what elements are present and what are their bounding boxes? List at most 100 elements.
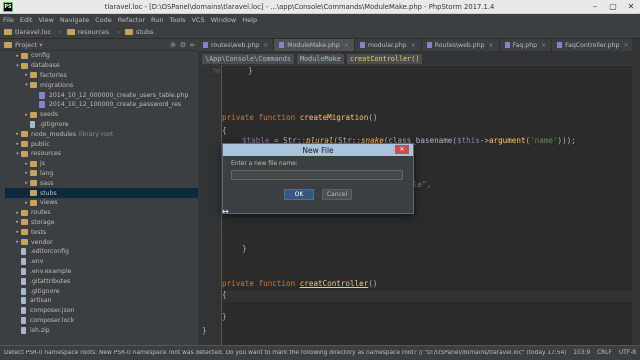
maximize-button[interactable]: ▢ (604, 0, 622, 14)
menu-code[interactable]: Code (95, 16, 112, 24)
folder-icon (21, 150, 28, 157)
folder-icon (21, 141, 28, 148)
chevron-right-icon[interactable]: ▸ (23, 200, 30, 206)
file-name-input[interactable] (231, 170, 403, 180)
tree-item[interactable]: ▾ database (5, 61, 198, 71)
minimize-button[interactable]: – (586, 0, 604, 14)
tree-item[interactable]: ▸ routes (5, 208, 198, 218)
nav-crumb-project[interactable]: tlaravel.loc (4, 28, 51, 36)
breadcrumb-method[interactable]: creatController() (346, 53, 423, 64)
tree-item-label: 2014_10_12_000000_create_users_table.php (49, 91, 189, 99)
menu-file[interactable]: File (3, 16, 14, 24)
close-tab-icon[interactable]: × (263, 42, 268, 49)
close-tab-icon[interactable]: × (344, 42, 349, 49)
tree-item-label: artisan (30, 297, 52, 305)
menu-window[interactable]: Window (211, 16, 237, 24)
tree-item[interactable]: ▸ factories (5, 71, 198, 81)
line-separator[interactable]: CRLF (597, 350, 612, 356)
dialog-close-button[interactable]: ✕ (395, 145, 409, 154)
hide-icon[interactable]: ⇤ (188, 41, 198, 49)
editor-tab[interactable]: modular.php × (355, 39, 422, 51)
project-tools: ⊕ ⚙ ⇤ (168, 41, 198, 49)
menu-edit[interactable]: Edit (20, 16, 33, 24)
file-encoding[interactable]: UTF-8 (619, 350, 636, 356)
menu-refactor[interactable]: Refactor (118, 16, 145, 24)
tree-item[interactable]: ▸ vendor (5, 237, 198, 247)
breadcrumb-namespace[interactable]: \App\Console\Commands (202, 53, 294, 64)
nav-crumb-stubs[interactable]: stubs (124, 28, 153, 36)
menu-view[interactable]: View (38, 16, 53, 24)
tree-item[interactable]: ▸ node_modules library root (5, 129, 198, 139)
chevron-right-icon[interactable]: ▸ (23, 112, 30, 118)
tree-item[interactable]: .gitattributes (5, 276, 198, 286)
tree-item[interactable]: ▸ sass (5, 178, 198, 188)
tree-item[interactable]: ▸ config (5, 51, 198, 61)
close-tab-icon[interactable]: × (541, 42, 546, 49)
tree-item[interactable]: ▸ js (5, 159, 198, 169)
chevron-down-icon[interactable]: ▾ (14, 151, 21, 157)
close-tab-icon[interactable]: × (623, 42, 628, 49)
tree-item[interactable]: ▾ migrations (5, 80, 198, 90)
chevron-right-icon[interactable]: ▸ (14, 53, 21, 59)
editor-tab[interactable]: Routes\web.php × (422, 39, 500, 51)
chevron-right-icon[interactable]: ▸ (14, 141, 21, 147)
settings-icon[interactable]: ⚙ (178, 41, 188, 49)
editor-tab[interactable]: routes\web.php × (198, 39, 275, 51)
sync-icon[interactable]: ⊕ (168, 41, 178, 49)
cancel-button[interactable]: Cancel (322, 189, 352, 200)
editor-tab[interactable]: Faq.php × (500, 39, 553, 51)
dropdown-arrow-icon[interactable]: ▾ (39, 41, 42, 49)
chevron-right-icon[interactable]: ▸ (23, 161, 30, 167)
menu-tools[interactable]: Tools (169, 16, 185, 24)
close-tab-icon[interactable]: × (411, 42, 416, 49)
ok-button[interactable]: OK (284, 189, 314, 200)
tree-item-label: lang (40, 169, 54, 177)
tree-item[interactable]: .env.example (5, 267, 198, 277)
editor-tab[interactable]: ModuleMake.php × (274, 39, 355, 51)
menu-run[interactable]: Run (151, 16, 163, 24)
tree-item[interactable]: ▸ seeds (5, 110, 198, 120)
tree-item[interactable]: ▸ public (5, 139, 198, 149)
tree-item[interactable]: ▸ tests (5, 227, 198, 237)
chevron-down-icon[interactable]: ▾ (23, 82, 30, 88)
nav-crumb-resources[interactable]: resources (66, 28, 109, 36)
editor-tab[interactable]: FaqController.php × (552, 39, 635, 51)
chevron-right-icon[interactable]: ▸ (23, 72, 30, 78)
tree-item[interactable]: 2014_10_12_100000_create_password_res (5, 100, 198, 110)
chevron-right-icon[interactable]: ▸ (14, 229, 21, 235)
close-window-button[interactable]: ✕ (622, 0, 640, 14)
tree-item[interactable]: ▸ lang (5, 169, 198, 179)
tree-item[interactable]: ▾ resources (5, 149, 198, 159)
tree-item[interactable]: composer.json (5, 306, 198, 316)
project-panel-title[interactable]: Project (15, 41, 37, 49)
chevron-right-icon[interactable]: ▸ (14, 219, 21, 225)
code-line: private function creatController() (222, 279, 378, 288)
close-tab-icon[interactable]: × (489, 42, 494, 49)
tree-item[interactable]: stubs (5, 188, 198, 198)
breadcrumb-class[interactable]: ModuleMake (296, 53, 344, 64)
chevron-right-icon[interactable]: ▸ (14, 210, 21, 216)
tree-item-label: sass (40, 179, 54, 187)
menu-vcs[interactable]: VCS (191, 16, 204, 24)
tree-item-label: composer.lock (30, 316, 75, 324)
menu-help[interactable]: Help (242, 16, 257, 24)
chevron-right-icon[interactable]: ▸ (14, 131, 21, 137)
tree-item[interactable]: 2014_10_12_000000_create_users_table.php (5, 90, 198, 100)
status-message[interactable]: Detect PSR-0 namespace roots: New PSR-0 … (4, 350, 568, 356)
tree-item[interactable]: .editorconfig (5, 247, 198, 257)
chevron-right-icon[interactable]: ▸ (23, 170, 30, 176)
menu-navigate[interactable]: Navigate (60, 16, 89, 24)
chevron-down-icon[interactable]: ▾ (14, 63, 21, 69)
chevron-right-icon[interactable]: ▸ (14, 239, 21, 245)
tree-item[interactable]: .gitignore (5, 120, 198, 130)
tree-item[interactable]: .env (5, 257, 198, 267)
tree-item[interactable]: ▸ views (5, 198, 198, 208)
chevron-right-icon[interactable]: ▸ (23, 180, 30, 186)
tree-item[interactable]: ▸ storage (5, 218, 198, 228)
caret-position[interactable]: 103:9 (573, 350, 590, 356)
tree-item[interactable]: .gitignore (5, 286, 198, 296)
tree-item[interactable]: composer.lock (5, 316, 198, 326)
tree-item[interactable]: artisan (5, 296, 198, 306)
tree-item[interactable]: ish.zip (5, 325, 198, 335)
right-scroll-strip[interactable] (632, 39, 640, 345)
